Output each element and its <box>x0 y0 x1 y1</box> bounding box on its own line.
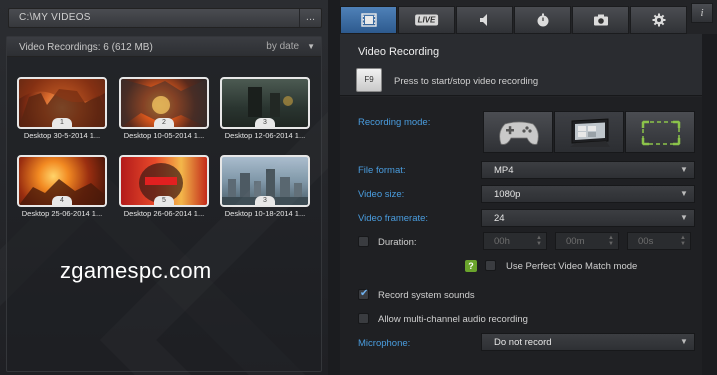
recordings-header: Video Recordings: 6 (612 MB) by date ▼ <box>7 37 321 57</box>
chevron-down-icon: ▼ <box>680 337 688 346</box>
recording-mode-label: Recording mode: <box>358 117 431 128</box>
microphone-value: Do not record <box>494 337 552 348</box>
thumbnail-number: 3 <box>255 196 275 205</box>
thumbnail-caption: Desktop 12-06-2014 1... <box>224 131 306 140</box>
thumbnail-number: 3 <box>255 118 275 127</box>
duration-hours-stepper[interactable]: 00h ▲ ▼ <box>483 232 547 250</box>
multichannel-label: Allow multi-channel audio recording <box>378 314 528 325</box>
thumbnail-caption: Desktop 25-06-2014 1... <box>21 209 103 218</box>
stopwatch-icon <box>537 13 548 27</box>
hotkey-description: Press to start/stop video recording <box>394 76 539 87</box>
tab-screenshot[interactable] <box>572 6 629 34</box>
thumbnail-scene <box>222 169 308 205</box>
live-icon: LIVE <box>414 14 439 26</box>
video-thumbnail[interactable]: 4 <box>17 155 107 207</box>
scrollbar-track[interactable] <box>702 34 717 375</box>
duration-seconds-stepper[interactable]: 00s ▲ ▼ <box>627 232 691 250</box>
chevron-down-icon: ▼ <box>680 165 688 174</box>
thumbnail-caption: Desktop 26-06-2014 1... <box>123 209 205 218</box>
tab-settings[interactable] <box>630 6 687 34</box>
mode-region-button[interactable] <box>625 111 695 153</box>
thumbnail-caption: Desktop 10-18-2014 1... <box>224 209 306 218</box>
video-thumbnail[interactable]: 2 <box>119 77 209 129</box>
film-icon <box>360 13 377 27</box>
multichannel-checkbox[interactable] <box>358 313 369 324</box>
microphone-dropdown[interactable]: Do not record ▼ <box>481 333 695 351</box>
folder-path-bar[interactable]: C:\MY VIDEOS ... <box>8 8 322 28</box>
video-size-dropdown[interactable]: 1080p ▼ <box>481 185 695 203</box>
mode-game-button[interactable] <box>483 111 553 153</box>
mode-desktop-button[interactable] <box>554 111 624 153</box>
recording-settings: Recording mode: File format: MP4 ▼ Video… <box>340 97 702 375</box>
video-thumbnail[interactable]: 3 <box>220 155 310 207</box>
stepper-arrows-icon: ▲ ▼ <box>680 235 686 247</box>
duration-hours-value: 00h <box>494 236 510 247</box>
video-size-value: 1080p <box>494 189 521 200</box>
thumbnail-number: 4 <box>52 196 72 205</box>
record-sounds-checkbox[interactable] <box>358 288 369 300</box>
thumbnail-caption: Desktop 30-5-2014 1... <box>23 131 101 140</box>
perfect-match-label: Use Perfect Video Match mode <box>506 261 638 272</box>
tab-video[interactable] <box>340 6 397 34</box>
duration-minutes-stepper[interactable]: 00m ▲ ▼ <box>555 232 619 250</box>
microphone-label: Microphone: <box>358 338 411 349</box>
thumbnail-number: 1 <box>52 118 72 127</box>
hotkey-button[interactable]: F9 <box>356 68 382 92</box>
video-thumbnail[interactable]: 3 <box>220 77 310 129</box>
record-sounds-label: Record system sounds <box>378 290 475 301</box>
video-framerate-dropdown[interactable]: 24 ▼ <box>481 209 695 227</box>
thumbnail-number: 2 <box>154 118 174 127</box>
gamepad-icon <box>499 121 539 145</box>
tab-bar: LIVE <box>340 6 717 34</box>
browse-folder-button[interactable]: ... <box>299 9 321 27</box>
video-framerate-label: Video framerate: <box>358 213 429 224</box>
folder-path: C:\MY VIDEOS <box>19 12 91 23</box>
recordings-panel: C:\MY VIDEOS ... Video Recordings: 6 (61… <box>0 0 328 375</box>
duration-minutes-value: 00m <box>566 236 585 247</box>
section-title: Video Recording <box>358 46 440 58</box>
video-thumbnail[interactable]: 5 <box>119 155 209 207</box>
gear-icon <box>652 13 665 27</box>
info-button[interactable]: i <box>691 3 713 23</box>
stepper-arrows-icon: ▲ ▼ <box>608 235 614 247</box>
perfect-match-checkbox[interactable] <box>485 260 496 271</box>
file-format-dropdown[interactable]: MP4 ▼ <box>481 161 695 179</box>
tab-live[interactable]: LIVE <box>398 6 455 34</box>
video-recording-header: Video Recording F9 Press to start/stop v… <box>340 34 702 96</box>
watermark-text: zgamespc.com <box>60 258 212 283</box>
monitor-icon <box>570 118 610 147</box>
video-thumbnail[interactable]: 1 <box>17 77 107 129</box>
tab-audio[interactable] <box>456 6 513 34</box>
duration-checkbox[interactable] <box>358 236 369 247</box>
camera-icon <box>593 14 608 26</box>
stepper-arrows-icon: ▲ ▼ <box>536 235 542 247</box>
duration-label: Duration: <box>378 237 417 248</box>
speaker-icon <box>479 14 487 26</box>
duration-seconds-value: 00s <box>638 236 654 247</box>
settings-panel: LIVE i Video Recording F9 Press to start… <box>340 0 717 375</box>
thumbnail-caption: Desktop 10-05-2014 1... <box>123 131 205 140</box>
file-format-label: File format: <box>358 165 406 176</box>
file-format-value: MP4 <box>494 165 514 176</box>
thumbnail-number: 5 <box>154 196 174 205</box>
chevron-down-icon: ▼ <box>307 42 315 51</box>
video-framerate-value: 24 <box>494 213 505 224</box>
region-select-icon <box>641 120 681 146</box>
sort-label: by date <box>266 41 300 52</box>
help-icon[interactable]: ? <box>465 260 477 272</box>
recordings-title: Video Recordings: 6 (612 MB) <box>19 42 153 53</box>
tab-benchmark[interactable] <box>514 6 571 34</box>
recordings-list: Video Recordings: 6 (612 MB) by date ▼ 1 … <box>6 36 322 372</box>
chevron-down-icon: ▼ <box>680 213 688 222</box>
video-size-label: Video size: <box>358 189 405 200</box>
chevron-down-icon: ▼ <box>680 189 688 198</box>
sort-dropdown[interactable]: by date ▼ <box>266 41 315 52</box>
